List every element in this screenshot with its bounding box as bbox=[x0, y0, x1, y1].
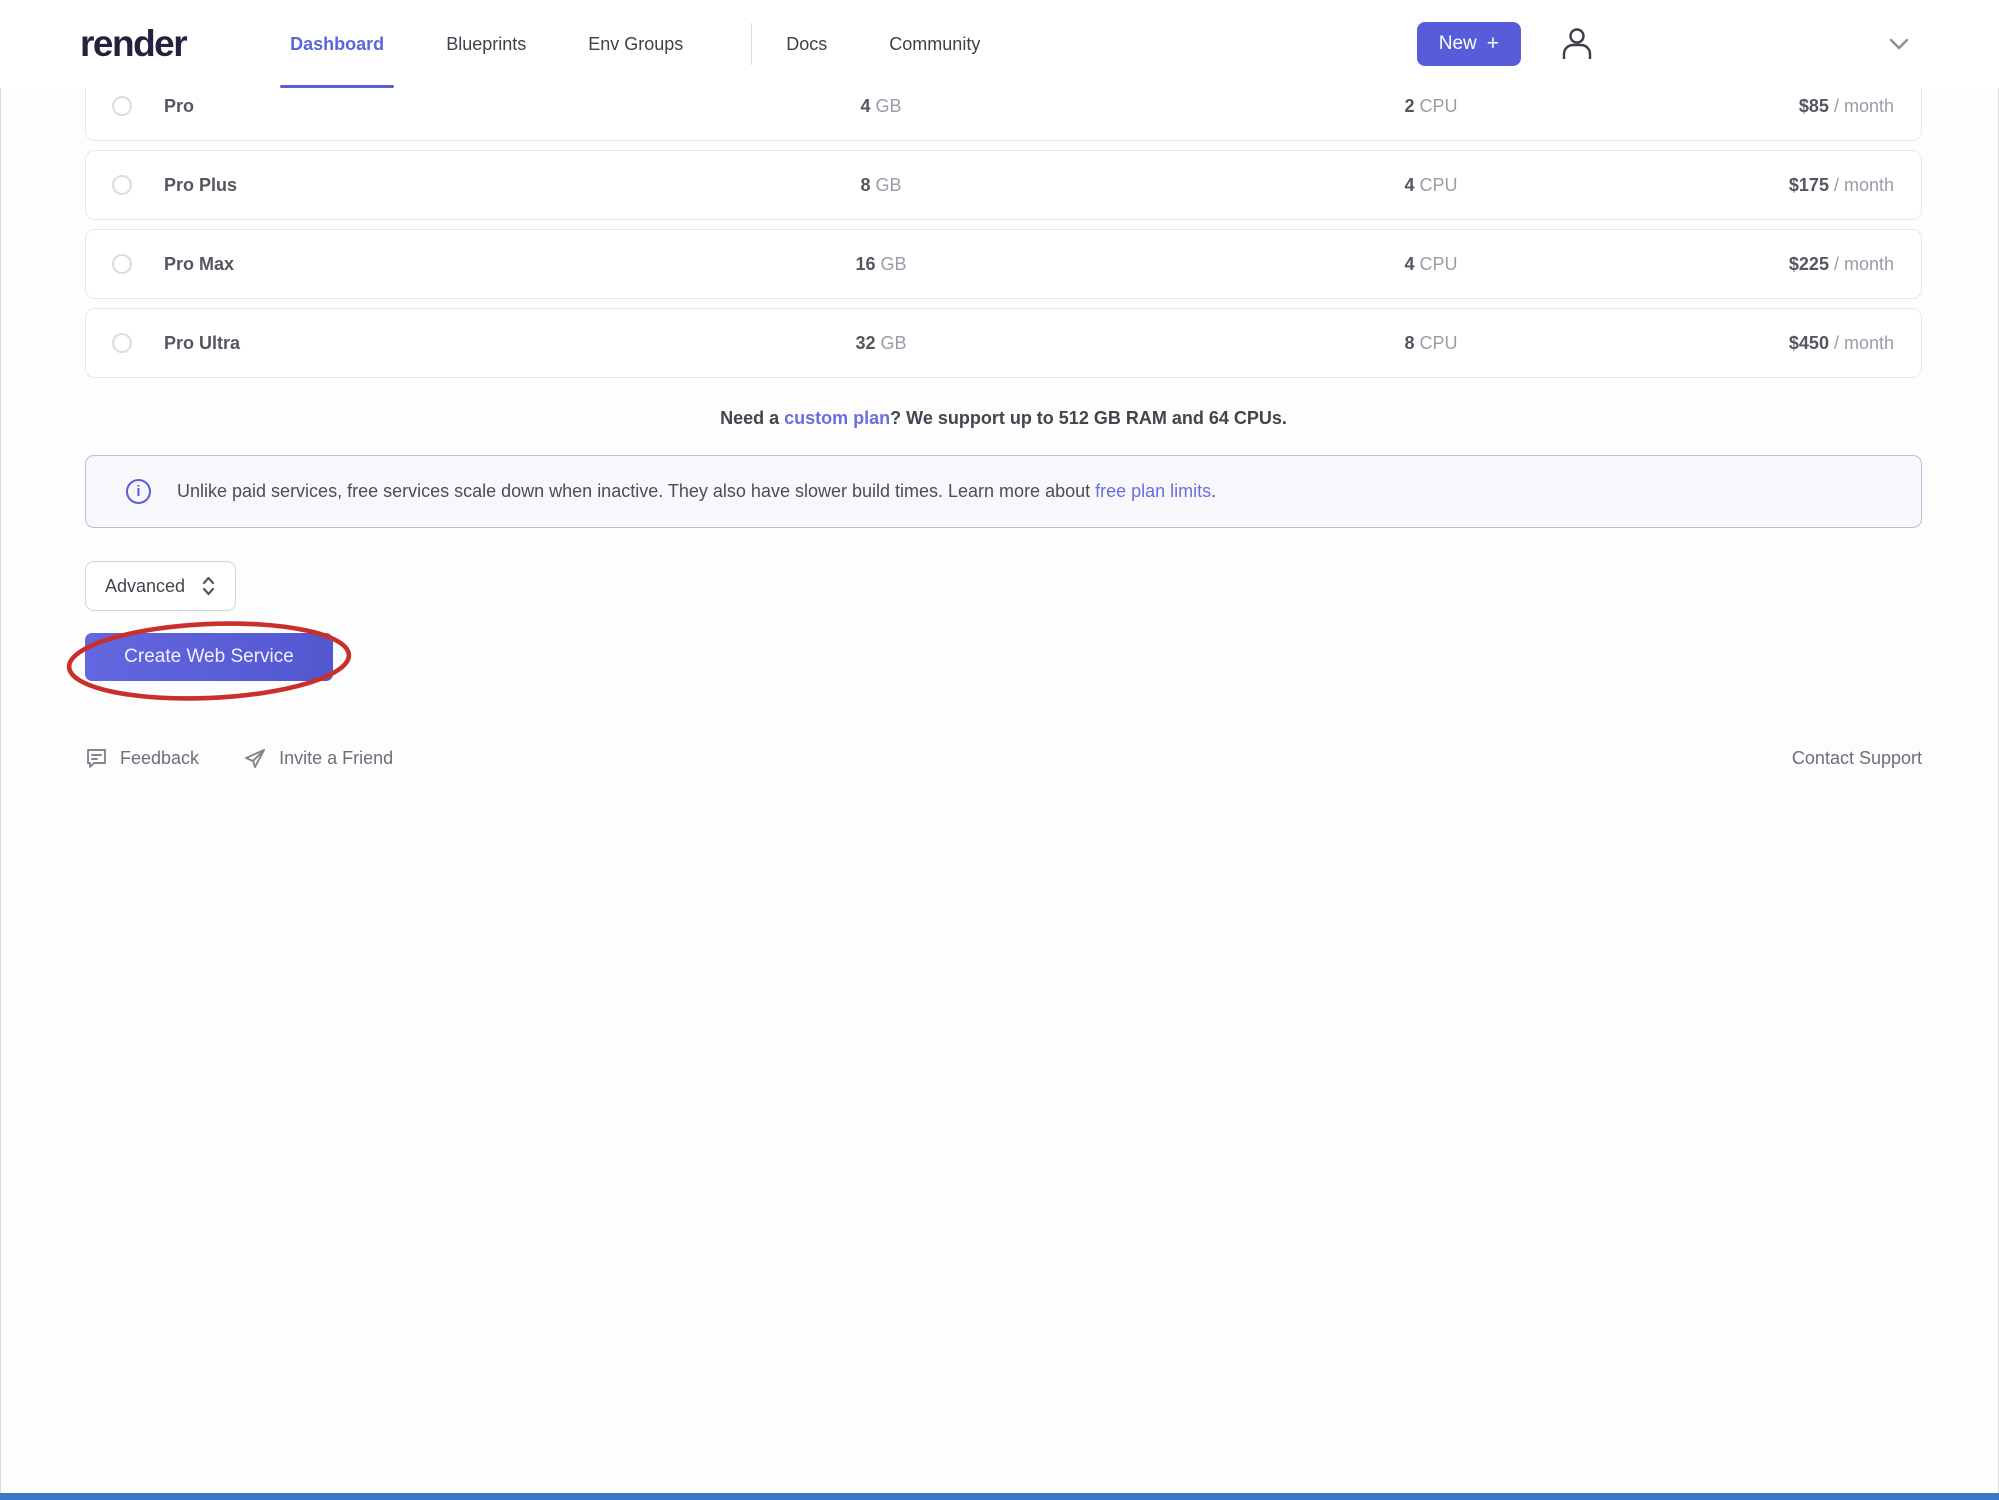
nav-item-community[interactable]: Community bbox=[883, 0, 986, 88]
ram-value: 16 bbox=[855, 254, 875, 274]
radio-pro-max[interactable] bbox=[112, 254, 132, 274]
page: render Dashboard Blueprints Env Groups D… bbox=[0, 0, 1999, 1500]
ram-unit: GB bbox=[881, 333, 907, 353]
cpu-value: 8 bbox=[1404, 333, 1414, 353]
nav-item-env-groups[interactable]: Env Groups bbox=[582, 0, 689, 88]
plus-icon: + bbox=[1487, 37, 1499, 51]
user-account-icon[interactable] bbox=[1559, 25, 1595, 63]
contact-support-link[interactable]: Contact Support bbox=[1792, 748, 1922, 769]
feedback-link[interactable]: Feedback bbox=[85, 747, 199, 770]
render-logo[interactable]: render bbox=[80, 23, 186, 65]
chevron-down-icon[interactable] bbox=[1887, 36, 1911, 52]
price-unit: / month bbox=[1834, 333, 1894, 353]
invite-friend-link[interactable]: Invite a Friend bbox=[243, 747, 393, 770]
custom-plan-prefix: Need a bbox=[720, 408, 784, 428]
create-web-service-button[interactable]: Create Web Service bbox=[85, 633, 333, 681]
ram-value: 8 bbox=[860, 175, 870, 195]
cpu-unit: CPU bbox=[1420, 96, 1458, 116]
nav-item-docs[interactable]: Docs bbox=[780, 0, 833, 88]
feedback-label: Feedback bbox=[120, 748, 199, 769]
paper-plane-icon bbox=[243, 747, 267, 770]
price-unit: / month bbox=[1834, 96, 1894, 116]
plan-row-pro-max[interactable]: Pro Max 16 GB 4 CPU $225 / month bbox=[85, 229, 1922, 299]
plan-name: Pro bbox=[164, 96, 194, 117]
advanced-toggle-label: Advanced bbox=[105, 576, 185, 597]
banner-text: Unlike paid services, free services scal… bbox=[177, 481, 1216, 502]
expand-collapse-icon bbox=[201, 575, 216, 597]
header-right-cluster: New + bbox=[1417, 22, 1911, 66]
price-value: $175 bbox=[1789, 175, 1829, 195]
plan-row-pro-plus[interactable]: Pro Plus 8 GB 4 CPU $175 / month bbox=[85, 150, 1922, 220]
ram-value: 4 bbox=[860, 96, 870, 116]
new-button[interactable]: New + bbox=[1417, 22, 1521, 66]
create-button-area: Create Web Service bbox=[85, 633, 337, 681]
ram-unit: GB bbox=[881, 254, 907, 274]
cpu-unit: CPU bbox=[1420, 175, 1458, 195]
ram-value: 32 bbox=[855, 333, 875, 353]
price-unit: / month bbox=[1834, 254, 1894, 274]
plan-name: Pro Ultra bbox=[164, 333, 240, 354]
main-content: Pro 4 GB 2 CPU $85 / month Pro Plus 8 GB… bbox=[0, 71, 1999, 770]
free-plan-limits-link[interactable]: free plan limits bbox=[1095, 481, 1211, 501]
cpu-unit: CPU bbox=[1420, 254, 1458, 274]
nav-item-blueprints[interactable]: Blueprints bbox=[440, 0, 532, 88]
free-plan-info-banner: i Unlike paid services, free services sc… bbox=[85, 455, 1922, 528]
radio-pro[interactable] bbox=[112, 96, 132, 116]
top-nav-bar: render Dashboard Blueprints Env Groups D… bbox=[0, 0, 1999, 88]
new-button-label: New bbox=[1439, 33, 1477, 55]
custom-plan-suffix: ? We support up to 512 GB RAM and 64 CPU… bbox=[890, 408, 1287, 428]
info-icon: i bbox=[126, 479, 151, 504]
cpu-value: 4 bbox=[1404, 254, 1414, 274]
feedback-icon bbox=[85, 747, 108, 770]
price-unit: / month bbox=[1834, 175, 1894, 195]
cpu-value: 4 bbox=[1404, 175, 1414, 195]
page-footer: Feedback Invite a Friend Contact Support bbox=[85, 747, 1922, 770]
advanced-toggle[interactable]: Advanced bbox=[85, 561, 236, 611]
cpu-unit: CPU bbox=[1420, 333, 1458, 353]
main-nav: Dashboard Blueprints Env Groups Docs Com… bbox=[284, 0, 1036, 88]
plan-name: Pro Max bbox=[164, 254, 234, 275]
cpu-value: 2 bbox=[1404, 96, 1414, 116]
invite-friend-label: Invite a Friend bbox=[279, 748, 393, 769]
plan-name: Pro Plus bbox=[164, 175, 237, 196]
ram-unit: GB bbox=[876, 96, 902, 116]
nav-item-dashboard[interactable]: Dashboard bbox=[284, 0, 390, 88]
price-value: $450 bbox=[1789, 333, 1829, 353]
bottom-edge-bar bbox=[0, 1493, 1999, 1500]
radio-pro-ultra[interactable] bbox=[112, 333, 132, 353]
price-value: $225 bbox=[1789, 254, 1829, 274]
custom-plan-line: Need a custom plan? We support up to 512… bbox=[85, 408, 1922, 429]
ram-unit: GB bbox=[876, 175, 902, 195]
radio-pro-plus[interactable] bbox=[112, 175, 132, 195]
custom-plan-link[interactable]: custom plan bbox=[784, 408, 890, 428]
nav-divider bbox=[751, 23, 752, 65]
price-value: $85 bbox=[1799, 96, 1829, 116]
plan-row-pro-ultra[interactable]: Pro Ultra 32 GB 8 CPU $450 / month bbox=[85, 308, 1922, 378]
